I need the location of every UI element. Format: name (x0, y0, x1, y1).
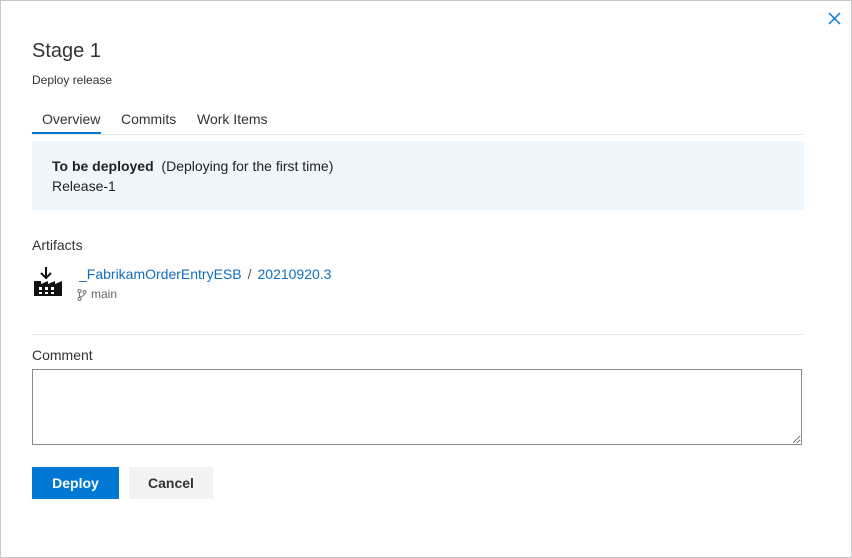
section-divider (32, 334, 804, 335)
banner-note: (Deploying for the first time) (161, 158, 334, 174)
deployment-info-banner: To be deployed (Deploying for the first … (32, 141, 804, 210)
tab-work-items[interactable]: Work Items (197, 111, 268, 132)
close-button[interactable] (825, 9, 845, 29)
comment-label: Comment (32, 347, 93, 363)
artifact-separator: / (247, 266, 252, 282)
artifact-name-link[interactable]: _FabrikamOrderEntryESB (79, 266, 242, 282)
build-artifact-icon (33, 267, 63, 297)
branch-icon (77, 288, 87, 301)
cancel-button[interactable]: Cancel (129, 467, 213, 499)
artifact-version-link[interactable]: 20210920.3 (258, 266, 332, 282)
deploy-button[interactable]: Deploy (32, 467, 119, 499)
tab-bar: Overview Commits Work Items (32, 109, 804, 135)
close-icon (828, 12, 841, 25)
artifact-reference: _FabrikamOrderEntryESB / 20210920.3 (79, 266, 331, 282)
comment-textarea[interactable] (32, 369, 802, 445)
dialog-title: Stage 1 (32, 40, 101, 62)
banner-heading-line: To be deployed (Deploying for the first … (52, 158, 333, 174)
release-name: Release-1 (52, 178, 116, 194)
branch-name: main (91, 287, 118, 301)
tab-commits[interactable]: Commits (121, 111, 176, 132)
tab-overview[interactable]: Overview (32, 111, 102, 134)
banner-heading: To be deployed (52, 158, 154, 174)
deploy-dialog: Stage 1 Deploy release Overview Commits … (0, 0, 852, 558)
artifact-branch: main (77, 287, 117, 301)
artifacts-label: Artifacts (32, 237, 83, 253)
dialog-subtitle: Deploy release (32, 73, 113, 87)
